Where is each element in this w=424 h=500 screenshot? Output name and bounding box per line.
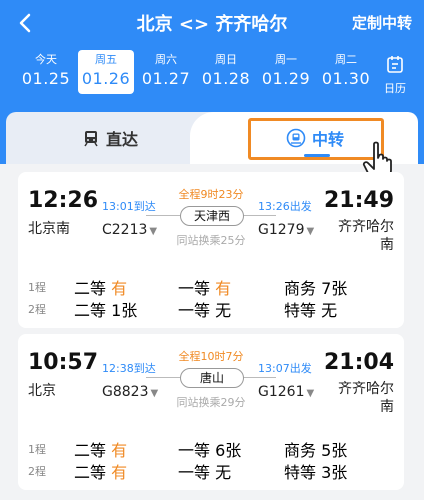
second-depart-time: 13:26出发 — [258, 200, 312, 213]
seat-value: 有 — [111, 441, 128, 460]
seat-class: 一等 — [178, 301, 211, 320]
train-icon — [84, 131, 98, 147]
tab-direct-label: 直达 — [106, 130, 139, 149]
tab-underline — [304, 154, 330, 157]
date-item[interactable]: 今天 01.25 — [16, 50, 76, 94]
trip-card[interactable]: 10:57 北京 12:38到达 全程10时7分 13:07出发 21:04 齐… — [18, 334, 404, 490]
tab-direct[interactable]: 直达 — [6, 112, 216, 164]
header-bar: 北京 <> 齐齐哈尔 定制中转 今天 01.25 周五 01.26 周六 01.… — [0, 0, 424, 108]
date-item[interactable]: 周一 01.29 — [256, 50, 316, 94]
transfer-icon — [286, 128, 306, 148]
seat-class: 一等 — [178, 463, 211, 482]
seat-class: 二等 — [74, 441, 107, 460]
seat-class: 一等 — [178, 279, 211, 298]
date-value: 01.29 — [261, 69, 311, 88]
date-item[interactable]: 周日 01.28 — [196, 50, 256, 94]
leg-label: 2程 — [28, 465, 46, 478]
seat-info: 特等 无 — [284, 301, 338, 320]
tab-transfer-label: 中转 — [312, 130, 345, 149]
seat-value: 有 — [111, 463, 128, 482]
seat-value: 1张 — [111, 301, 138, 320]
trip-card[interactable]: 12:26 北京南 13:01到达 全程9时23分 13:26出发 21:49 … — [18, 172, 404, 328]
second-depart-time: 13:07出发 — [258, 362, 312, 375]
app-page: 北京 <> 齐齐哈尔 定制中转 今天 01.25 周五 01.26 周六 01.… — [0, 0, 424, 500]
seat-class: 二等 — [74, 301, 107, 320]
date-value: 01.28 — [201, 69, 251, 88]
seat-info: 商务 5张 — [284, 441, 348, 460]
date-value: 01.26 — [81, 69, 131, 88]
custom-transfer-button[interactable]: 定制中转 — [352, 12, 412, 33]
date-item[interactable]: 周二 01.30 — [316, 50, 376, 94]
calendar-icon — [387, 56, 403, 73]
tab-transfer[interactable]: 中转 — [190, 112, 418, 182]
date-weekday: 周二 — [335, 53, 357, 66]
date-weekday: 周一 — [275, 53, 297, 66]
transfer-note: 同站换乘29分 — [176, 396, 246, 409]
date-item[interactable]: 周六 01.27 — [136, 50, 196, 94]
date-weekday: 今天 — [35, 53, 57, 66]
seat-info: 商务 7张 — [284, 279, 348, 298]
date-weekday: 周日 — [215, 53, 237, 66]
route-line — [146, 215, 180, 216]
seat-class: 二等 — [74, 463, 107, 482]
seat-info: 特等 3张 — [284, 463, 348, 482]
transfer-station: 唐山 — [180, 368, 244, 388]
date-value: 01.30 — [321, 69, 371, 88]
seat-value: 无 — [215, 301, 232, 320]
leg-label: 2程 — [28, 303, 46, 316]
route-line — [146, 377, 180, 378]
date-weekday: 周五 — [95, 53, 117, 66]
seat-value: 6张 — [215, 441, 242, 460]
seat-value: 无 — [215, 463, 232, 482]
route-line — [242, 377, 276, 378]
date-value: 01.25 — [21, 69, 71, 88]
date-selector: 今天 01.25 周五 01.26 周六 01.27 周日 01.28 周一 0… — [16, 50, 376, 94]
transfer-note: 同站换乘25分 — [176, 234, 246, 247]
seat-class: 二等 — [74, 279, 107, 298]
seat-value: 有 — [215, 279, 232, 298]
seat-value: 有 — [111, 279, 128, 298]
calendar-label: 日历 — [384, 82, 406, 95]
arrival-time: 21:49 — [323, 188, 394, 213]
seat-class: 一等 — [178, 441, 211, 460]
date-item-selected[interactable]: 周五 01.26 — [78, 50, 134, 94]
calendar-button[interactable]: 日历 — [378, 54, 412, 96]
tab-bar: 直达 中转 — [0, 108, 424, 182]
date-weekday: 周六 — [155, 53, 177, 66]
transfer-station: 天津西 — [180, 206, 244, 226]
route-line — [242, 215, 276, 216]
arrival-time: 21:04 — [323, 350, 394, 375]
date-value: 01.27 — [141, 69, 191, 88]
leg-label: 1程 — [28, 281, 46, 294]
leg-label: 1程 — [28, 443, 46, 456]
